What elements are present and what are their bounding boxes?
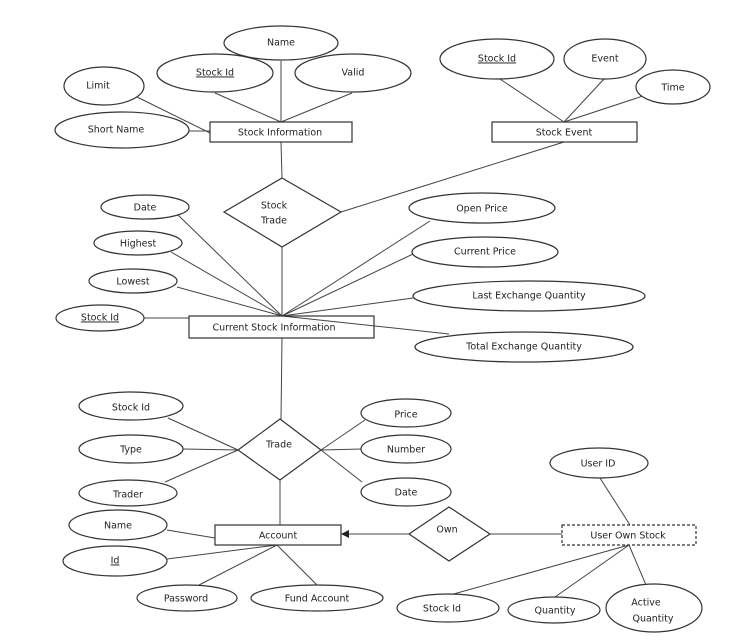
attribute-lowest: Lowest xyxy=(88,268,178,294)
attribute-user-id: User ID xyxy=(549,447,649,479)
entity-account: Account xyxy=(214,524,342,546)
attribute-name: Name xyxy=(68,509,168,541)
svg-text:Short Name: Short Name xyxy=(88,125,145,136)
svg-text:Time: Time xyxy=(660,83,684,94)
attribute-trader: Trader xyxy=(78,479,178,507)
entity-current-stock-information: Current Stock Information xyxy=(188,315,375,339)
attribute-fund-account: Fund Account xyxy=(250,584,384,612)
svg-text:Highest: Highest xyxy=(120,239,157,250)
attribute-valid: Valid xyxy=(294,53,412,93)
attribute-active-quantity: Active Quantity xyxy=(605,583,703,633)
svg-text:Password: Password xyxy=(164,594,208,605)
attribute-stock-id-key: Stock Id xyxy=(439,38,555,80)
attribute-event: Event xyxy=(563,38,647,80)
svg-text:Trade: Trade xyxy=(265,440,292,451)
svg-text:Number: Number xyxy=(387,445,425,456)
weak-entity-user-own-stock: User Own Stock xyxy=(561,524,697,546)
svg-text:Stock Information: Stock Information xyxy=(238,128,322,139)
svg-text:Stock Id: Stock Id xyxy=(478,54,516,65)
svg-text:Stock Id: Stock Id xyxy=(81,313,119,324)
svg-text:Limit: Limit xyxy=(86,81,110,92)
svg-text:Stock Event: Stock Event xyxy=(536,128,593,139)
attribute-id-key: Id xyxy=(62,545,168,577)
attribute-stock-id: Stock Id xyxy=(78,391,184,421)
svg-text:Trader: Trader xyxy=(112,490,143,501)
attribute-current-price: Current Price xyxy=(411,236,559,268)
svg-text:Stock: Stock xyxy=(261,201,288,212)
attribute-limit: Limit xyxy=(63,66,145,106)
attribute-date: Date xyxy=(100,194,190,220)
svg-text:Total Exchange Quantity: Total Exchange Quantity xyxy=(465,342,582,353)
relationship-trade: Trade xyxy=(236,418,323,481)
svg-text:Id: Id xyxy=(111,556,120,567)
svg-text:Name: Name xyxy=(267,38,295,49)
svg-text:Stock Id: Stock Id xyxy=(196,68,234,79)
svg-text:Quantity: Quantity xyxy=(534,606,575,617)
svg-text:Current Stock Information: Current Stock Information xyxy=(212,323,335,334)
svg-text:User ID: User ID xyxy=(581,459,616,470)
attribute-last-exchange-quantity: Last Exchange Quantity xyxy=(412,280,646,312)
svg-text:Fund Account: Fund Account xyxy=(285,594,350,605)
attribute-total-exchange-quantity: Total Exchange Quantity xyxy=(414,331,634,363)
attribute-stock-id-key: Stock Id xyxy=(156,53,274,93)
attribute-highest: Highest xyxy=(93,230,183,256)
relationship-own: Own xyxy=(407,506,492,562)
attribute-open-price: Open Price xyxy=(408,192,556,224)
attribute-number: Number xyxy=(360,434,452,464)
svg-text:Stock Id: Stock Id xyxy=(423,604,461,615)
svg-text:Lowest: Lowest xyxy=(116,277,150,288)
svg-text:Own: Own xyxy=(436,525,457,536)
svg-text:Active: Active xyxy=(631,598,661,609)
attribute-name: Name xyxy=(223,25,339,61)
svg-text:Price: Price xyxy=(394,410,417,421)
svg-text:Open Price: Open Price xyxy=(456,204,508,215)
svg-text:Stock Id: Stock Id xyxy=(112,403,150,414)
attribute-date: Date xyxy=(360,477,452,507)
svg-text:Account: Account xyxy=(259,531,298,542)
attribute-password: Password xyxy=(136,584,238,612)
attribute-price: Price xyxy=(360,398,452,428)
svg-text:Trade: Trade xyxy=(260,216,287,227)
attribute-stock-id: Stock Id xyxy=(396,593,500,623)
entity-stock-event: Stock Event xyxy=(491,121,638,143)
entity-stock-information: Stock Information xyxy=(209,121,353,143)
svg-text:Type: Type xyxy=(119,445,142,456)
svg-text:Last Exchange Quantity: Last Exchange Quantity xyxy=(472,291,586,302)
svg-text:Current Price: Current Price xyxy=(454,247,516,258)
svg-text:User Own Stock: User Own Stock xyxy=(590,531,666,542)
attribute-quantity: Quantity xyxy=(507,596,601,624)
svg-text:Date: Date xyxy=(134,203,157,214)
svg-text:Valid: Valid xyxy=(342,68,365,79)
attribute-type: Type xyxy=(78,434,184,464)
er-diagram: Name Stock Id Valid Limit Short Name Sto… xyxy=(54,25,711,633)
attribute-stock-id-key: Stock Id xyxy=(55,304,145,332)
attribute-short-name: Short Name xyxy=(54,111,190,149)
svg-text:Event: Event xyxy=(591,54,618,65)
attribute-time: Time xyxy=(635,69,711,105)
relationship-stock-trade: Stock Trade xyxy=(222,177,343,248)
svg-text:Date: Date xyxy=(395,488,418,499)
svg-text:Name: Name xyxy=(104,521,132,532)
svg-text:Quantity: Quantity xyxy=(632,614,673,625)
